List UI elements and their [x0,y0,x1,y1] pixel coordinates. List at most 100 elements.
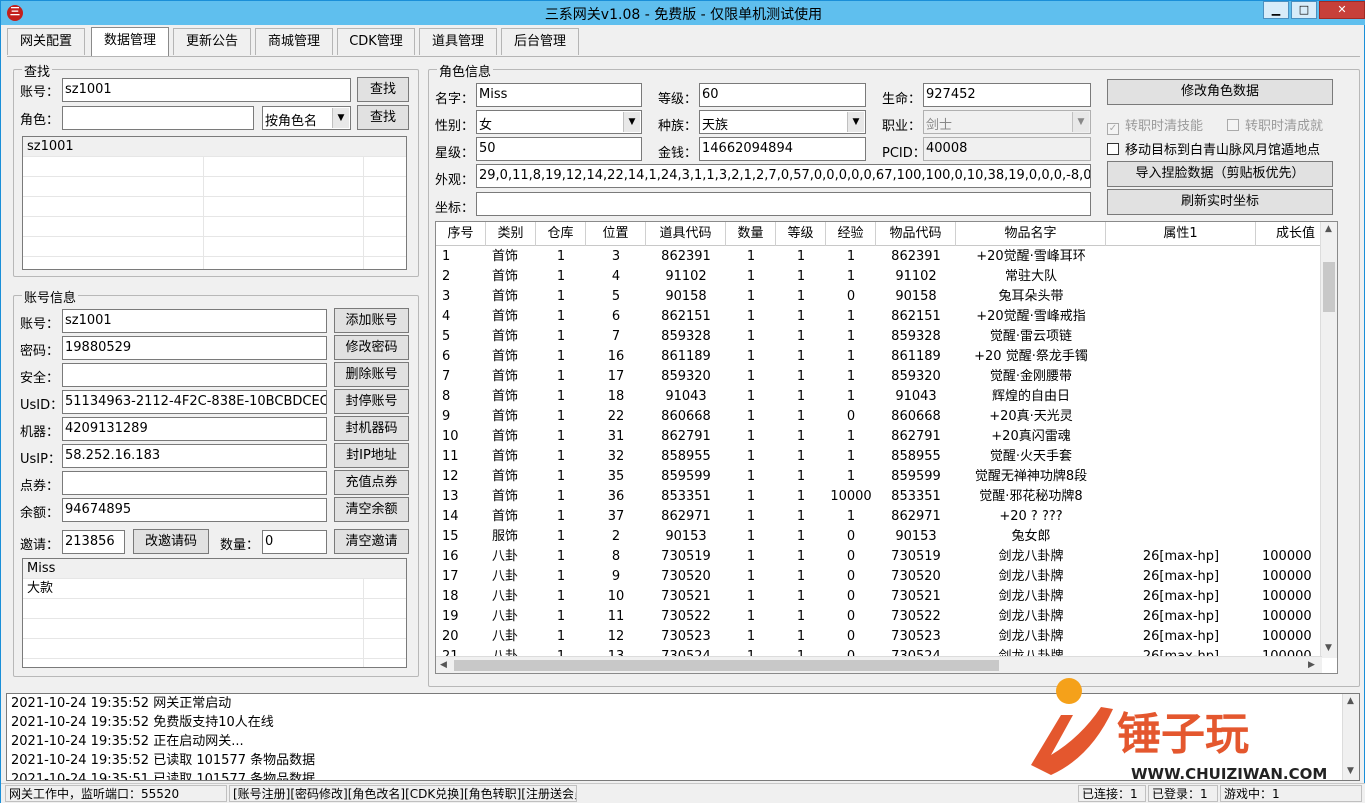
recharge-points-button[interactable]: 充值点券 [334,470,409,495]
table-row[interactable]: 18 八卦 1 10 730521 1 1 0 730521 剑龙八卦牌 26[max-hp] 100… [436,587,1322,607]
find-account-button[interactable]: 查找 [357,77,409,102]
usip-input[interactable]: 58.252.16.183 [62,444,327,468]
table-cell [1106,347,1256,367]
invite-code-input[interactable]: 213856 [62,530,125,554]
table-row[interactable]: 17 八卦 1 9 730520 1 1 0 730520 剑龙八卦牌 26[max-hp] 1000… [436,567,1322,587]
horizontal-scrollbar[interactable]: ◀ ▶ [436,656,1322,673]
role-money-input[interactable]: 14662094894 [699,137,866,161]
find-role-button[interactable]: 查找 [357,105,409,130]
ban-machine-button[interactable]: 封机器码 [334,416,409,441]
race-select[interactable]: 天族 ▼ [699,110,866,134]
table-cell [1262,287,1322,307]
table-row[interactable]: 8 首饰 1 18 91043 1 1 1 91043 辉煌的自由日 [436,387,1322,407]
delete-account-button[interactable]: 删除账号 [334,362,409,387]
refresh-coord-button[interactable]: 刷新实时坐标 [1107,189,1333,215]
table-row[interactable]: 3 首饰 1 5 90158 1 1 0 90158 兔耳朵头带 [436,287,1322,307]
table-row[interactable]: 2 首饰 1 4 91102 1 1 1 91102 常驻大队 [436,267,1322,287]
modify-role-button[interactable]: 修改角色数据 [1107,79,1333,105]
column-header[interactable]: 属性1 [1106,222,1256,246]
list-item[interactable]: sz1001 [23,137,406,157]
column-header[interactable]: 物品代码 [876,222,956,246]
scroll-thumb[interactable] [1323,262,1335,312]
import-face-button[interactable]: 导入捏脸数据（剪贴板优先） [1107,161,1333,187]
table-row[interactable]: 14 首饰 1 37 862971 1 1 1 862971 +20 ? ??? [436,507,1322,527]
points-input[interactable] [62,471,327,495]
role-list[interactable]: Miss 大款 [22,558,407,668]
scroll-left-icon[interactable]: ◀ [440,660,447,670]
clear-achievements-checkbox[interactable]: 转职时清成就 [1227,115,1323,134]
search-account-input[interactable]: sz1001 [62,78,351,102]
scroll-right-icon[interactable]: ▶ [1308,660,1315,670]
clear-invite-button[interactable]: 清空邀请 [334,529,409,554]
column-header[interactable]: 位置 [586,222,646,246]
tab-gateway-config[interactable]: 网关配置 [7,28,85,55]
change-invite-button[interactable]: 改邀请码 [133,529,209,554]
table-row[interactable]: 7 首饰 1 17 859320 1 1 1 859320 觉醒·金刚腰带 [436,367,1322,387]
tab-cdk-management[interactable]: CDK管理 [337,28,415,55]
balance-input[interactable]: 94674895 [62,498,327,522]
role-coord-input[interactable] [476,192,1091,216]
tab-mall-management[interactable]: 商城管理 [255,28,333,55]
tab-data-management[interactable]: 数据管理 [91,27,169,56]
role-name-input[interactable]: Miss [476,83,642,107]
scroll-down-icon[interactable]: ▼ [1325,643,1332,653]
role-level-input[interactable]: 60 [699,83,866,107]
column-header[interactable]: 物品名字 [956,222,1106,246]
column-header[interactable]: 数量 [726,222,776,246]
table-row[interactable]: 20 八卦 1 12 730523 1 1 0 730523 剑龙八卦牌 26[max-hp] 100… [436,627,1322,647]
item-table[interactable]: 序号 类别 仓库 位置 道具代码 数量 等级 经验 物品代码 物品名字 属性1 成长值 1 首饰 1 3 86… [435,221,1338,674]
gender-select[interactable]: 女 ▼ [476,110,642,134]
security-input[interactable] [62,363,327,387]
tab-announcements[interactable]: 更新公告 [173,28,251,55]
table-row[interactable]: 10 首饰 1 31 862791 1 1 1 862791 +20真闪雷魂 [436,427,1322,447]
table-cell: 6 [611,309,621,324]
column-header[interactable]: 道具代码 [646,222,726,246]
close-button[interactable]: ✕ [1319,1,1365,19]
role-star-input[interactable]: 50 [476,137,642,161]
usid-input[interactable]: 51134963-2112-4F2C-838E-10BCBDCEC [62,390,327,414]
table-row[interactable]: 4 首饰 1 6 862151 1 1 1 862151 +20觉醒·雪峰戒指 [436,307,1322,327]
table-row[interactable]: 9 首饰 1 22 860668 1 1 0 860668 +20真·天光灵 [436,407,1322,427]
add-account-button[interactable]: 添加账号 [334,308,409,333]
clear-skills-checkbox[interactable]: ✓ 转职时清技能 [1107,115,1203,135]
list-item[interactable]: Miss [23,559,406,579]
search-role-input[interactable] [62,106,254,130]
column-header[interactable]: 类别 [486,222,536,246]
move-target-checkbox[interactable]: 移动目标到白青山脉风月馆遁地点 [1107,139,1320,158]
password-input[interactable]: 19880529 [62,336,327,360]
ban-account-button[interactable]: 封停账号 [334,389,409,414]
table-cell: 26[max-hp] [1142,569,1220,584]
minimize-button[interactable]: ▁ [1263,1,1289,19]
change-password-button[interactable]: 修改密码 [334,335,409,360]
vertical-scrollbar[interactable]: ▲ ▼ [1320,222,1337,658]
clear-balance-button[interactable]: 清空余额 [334,497,409,522]
table-row[interactable]: 11 首饰 1 32 858955 1 1 1 858955 觉醒·火天手套 [436,447,1322,467]
job-select[interactable]: 剑士 ▼ [923,110,1091,134]
table-row[interactable]: 13 首饰 1 36 853351 1 1 10000 853351 觉醒·邪花秘功牌8 [436,487,1322,507]
list-item[interactable]: 大款 [23,579,406,599]
table-row[interactable]: 1 首饰 1 3 862391 1 1 1 862391 +20觉醒·雪峰耳环 [436,247,1322,267]
column-header[interactable]: 经验 [826,222,876,246]
column-header[interactable]: 等级 [776,222,826,246]
table-row[interactable]: 5 首饰 1 7 859328 1 1 1 859328 觉醒·雷云项链 [436,327,1322,347]
column-header[interactable]: 仓库 [536,222,586,246]
role-hp-input[interactable]: 927452 [923,83,1091,107]
search-results-list[interactable]: sz1001 [22,136,407,270]
tab-backend-management[interactable]: 后台管理 [501,28,579,55]
ban-ip-button[interactable]: 封IP地址 [334,443,409,468]
scroll-up-icon[interactable]: ▲ [1325,224,1332,234]
account-input[interactable]: sz1001 [62,309,327,333]
search-mode-select[interactable]: 按角色名 ▼ [262,106,351,130]
table-row[interactable]: 12 首饰 1 35 859599 1 1 1 859599 觉醒无禅神功牌8段 [436,467,1322,487]
table-row[interactable]: 19 八卦 1 11 730522 1 1 0 730522 剑龙八卦牌 26[max-hp] 100… [436,607,1322,627]
table-row[interactable]: 15 服饰 1 2 90153 1 1 0 90153 兔女郎 [436,527,1322,547]
maximize-button[interactable]: □ [1291,1,1317,19]
scroll-thumb[interactable] [454,660,999,671]
invite-count-input[interactable]: 0 [262,530,327,554]
column-header[interactable]: 序号 [436,222,486,246]
machine-input[interactable]: 4209131289 [62,417,327,441]
tab-item-management[interactable]: 道具管理 [419,28,497,55]
table-row[interactable]: 16 八卦 1 8 730519 1 1 0 730519 剑龙八卦牌 26[max-hp] 1000… [436,547,1322,567]
table-row[interactable]: 6 首饰 1 16 861189 1 1 1 861189 +20 觉醒·祭龙手镯 [436,347,1322,367]
role-look-input[interactable]: 29,0,11,8,19,12,14,22,14,1,24,3,1,1,3,2,… [476,164,1091,188]
